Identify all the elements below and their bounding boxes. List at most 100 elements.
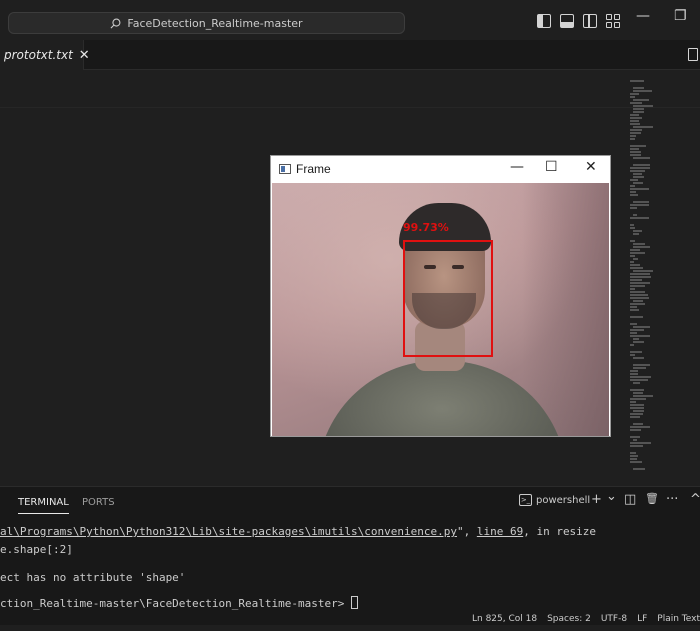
- minimap-line: [633, 157, 650, 159]
- split-terminal-icon[interactable]: ◫: [624, 492, 636, 507]
- minimap-line: [630, 416, 640, 418]
- toggle-panel-icon[interactable]: [560, 14, 574, 28]
- minimap-line: [630, 401, 636, 403]
- tab-ports[interactable]: PORTS: [82, 497, 115, 508]
- editor-tab-bar: prototxt.txt ✕: [0, 40, 700, 70]
- minimap-line: [633, 392, 643, 394]
- minimap-line: [630, 291, 645, 293]
- minimap-line: [633, 243, 645, 245]
- frame-title-bar[interactable]: Frame — ☐ ✕: [271, 156, 610, 183]
- minimap-line: [630, 461, 642, 463]
- minimap-line: [630, 309, 639, 311]
- status-indentation[interactable]: Spaces: 2: [547, 614, 591, 624]
- terminal-name: powershell: [536, 494, 591, 506]
- command-center-search[interactable]: FaceDetection_Realtime-master: [8, 12, 405, 34]
- maximize-panel-icon[interactable]: ^: [690, 492, 700, 507]
- status-language-mode[interactable]: Plain Text: [657, 614, 700, 624]
- minimap-line: [630, 436, 640, 438]
- minimap-line: [630, 188, 649, 190]
- confidence-label: 99.73%: [403, 221, 449, 234]
- status-eol[interactable]: LF: [637, 614, 647, 624]
- tab-label: prototxt.txt: [4, 48, 73, 62]
- minimap-line: [630, 151, 641, 153]
- minimap-line: [633, 87, 644, 89]
- new-terminal-icon[interactable]: +: [591, 492, 602, 507]
- minimap-line: [633, 258, 638, 260]
- minimap-line: [630, 129, 642, 131]
- minimap-line: [633, 176, 644, 178]
- minimap[interactable]: [630, 80, 660, 480]
- traceback-line-number[interactable]: line 69: [477, 525, 523, 538]
- minimap-line: [633, 246, 650, 248]
- minimap-line: [630, 185, 635, 187]
- frame-maximize-button[interactable]: ☐: [545, 159, 558, 175]
- frame-close-button[interactable]: ✕: [585, 159, 597, 175]
- minimap-line: [630, 373, 638, 375]
- terminal-line: ect has no attribute 'shape': [0, 571, 186, 584]
- minimap-line: [630, 96, 635, 98]
- minimap-line: [633, 270, 653, 272]
- minimap-line: [630, 379, 648, 381]
- minimap-line: [630, 93, 639, 95]
- minimap-line: [633, 126, 653, 128]
- minimap-line: [633, 111, 644, 113]
- split-editor-icon[interactable]: [688, 48, 698, 61]
- minimap-line: [630, 285, 645, 287]
- toggle-primary-sidebar-icon[interactable]: [537, 14, 551, 28]
- minimap-line: [630, 135, 636, 137]
- minimap-line: [630, 240, 635, 242]
- tab-terminal[interactable]: TERMINAL: [18, 497, 69, 514]
- frame-minimize-button[interactable]: —: [510, 159, 524, 175]
- terminal-dropdown-icon[interactable]: ⌄: [606, 489, 617, 504]
- minimap-line: [630, 429, 641, 431]
- minimap-line: [633, 423, 643, 425]
- minimap-line: [633, 182, 643, 184]
- frame-window[interactable]: Frame — ☐ ✕ 99.73%: [270, 155, 611, 437]
- terminal-selector[interactable]: >_ powershell: [519, 494, 590, 506]
- minimap-line: [630, 123, 640, 125]
- minimap-line: [633, 367, 646, 369]
- breadcrumb-strip: [0, 70, 700, 108]
- minimap-line: [630, 458, 637, 460]
- minimap-line: [630, 323, 637, 325]
- more-actions-icon[interactable]: ···: [666, 492, 678, 507]
- minimap-line: [633, 214, 637, 216]
- window-minimize-button[interactable]: —: [636, 8, 650, 24]
- minimap-line: [630, 154, 641, 156]
- minimap-line: [633, 341, 644, 343]
- minimap-line: [633, 173, 642, 175]
- minimap-line: [630, 335, 650, 337]
- kill-terminal-icon[interactable]: 🗑: [645, 492, 659, 505]
- minimap-line: [633, 108, 644, 110]
- minimap-line: [630, 389, 644, 391]
- minimap-line: [633, 164, 650, 166]
- tab-prototxt[interactable]: prototxt.txt ✕: [0, 40, 90, 70]
- minimap-line: [630, 329, 644, 331]
- minimap-line: [630, 407, 644, 409]
- minimap-line: [630, 354, 635, 356]
- minimap-line: [633, 382, 640, 384]
- minimap-line: [630, 442, 651, 444]
- terminal-line: e.shape[:2]: [0, 543, 73, 556]
- minimap-line: [630, 398, 646, 400]
- face-bounding-box: [403, 240, 493, 357]
- minimap-line: [630, 455, 638, 457]
- frame-title: Frame: [296, 162, 331, 176]
- minimap-line: [633, 300, 643, 302]
- status-cursor-position[interactable]: Ln 825, Col 18: [472, 614, 537, 624]
- customize-layout-icon[interactable]: [606, 14, 620, 28]
- status-encoding[interactable]: UTF-8: [601, 614, 627, 624]
- minimap-line: [630, 227, 635, 229]
- minimap-line: [630, 217, 649, 219]
- minimap-line: [630, 224, 634, 226]
- tab-close-icon[interactable]: ✕: [79, 48, 90, 63]
- prompt-text: ction_Realtime-master\FaceDetection_Real…: [0, 597, 351, 610]
- minimap-line: [633, 410, 644, 412]
- window-restore-button[interactable]: ❐: [674, 8, 687, 24]
- minimap-line: [630, 148, 639, 150]
- minimap-line: [630, 145, 646, 147]
- minimap-line: [630, 132, 641, 134]
- toggle-secondary-sidebar-icon[interactable]: [583, 14, 597, 28]
- traceback-file-path[interactable]: al\Programs\Python\Python312\Lib\site-pa…: [0, 525, 457, 538]
- minimap-line: [630, 191, 636, 193]
